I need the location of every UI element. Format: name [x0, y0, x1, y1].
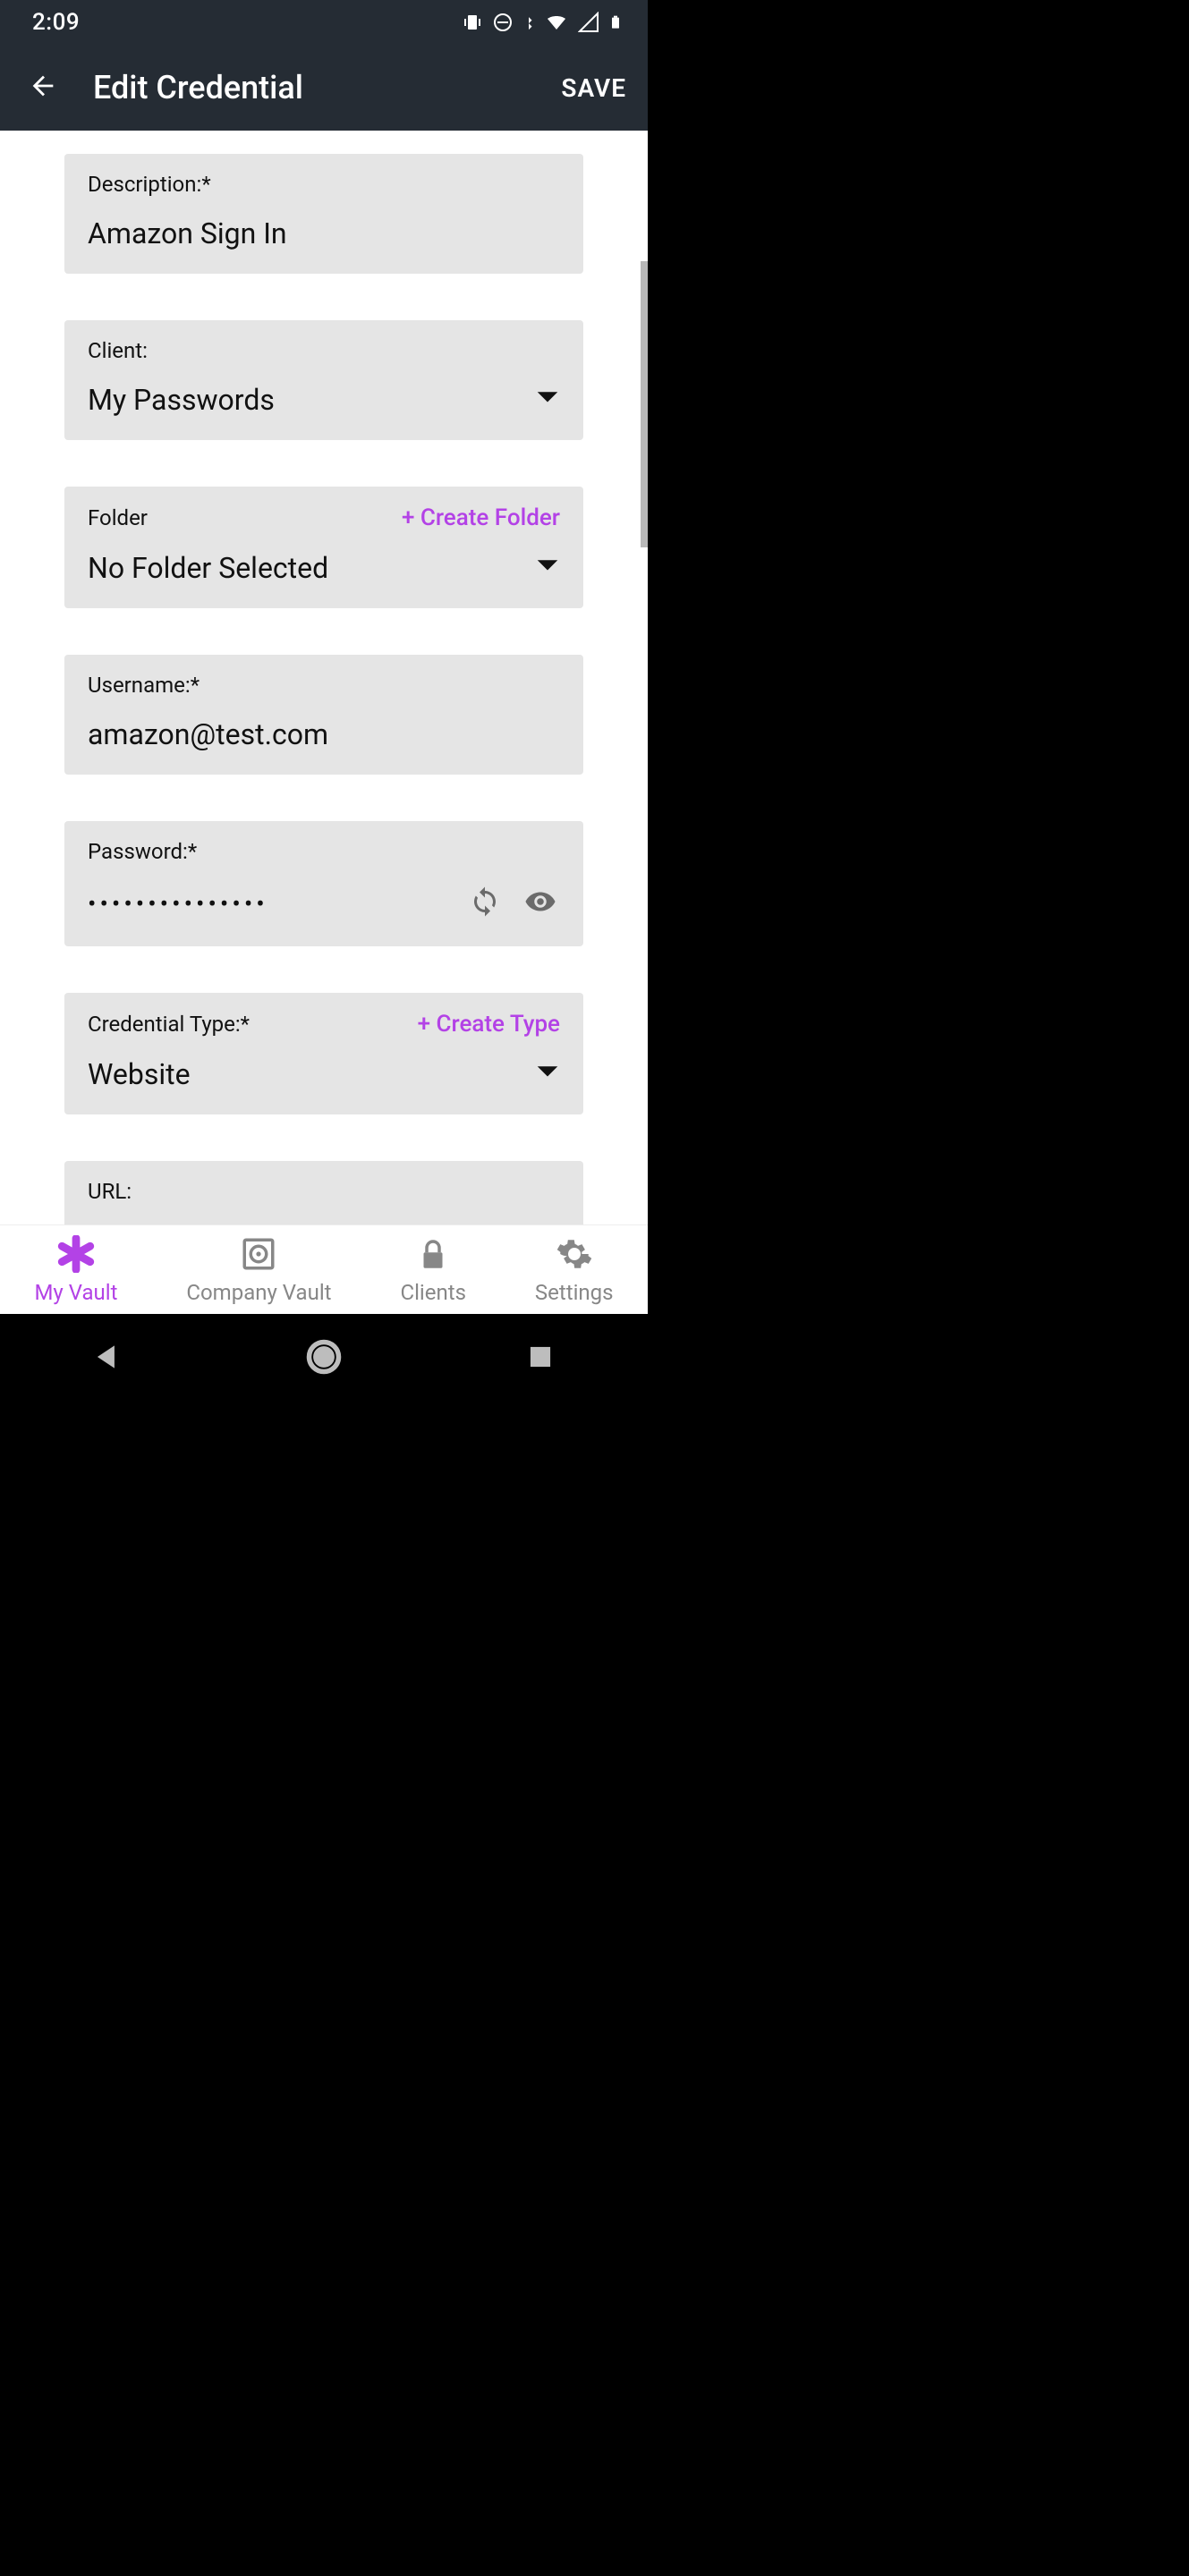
password-label: Password:*	[88, 839, 197, 864]
create-type-link[interactable]: + Create Type	[418, 1011, 560, 1038]
battery-icon	[608, 11, 623, 34]
folder-select-value[interactable]: No Folder Selected	[88, 551, 328, 585]
client-field[interactable]: Client: My Passwords	[64, 320, 583, 440]
triangle-left-icon	[90, 1360, 124, 1377]
system-nav	[0, 1314, 648, 1403]
status-bar: 2:09	[0, 0, 648, 45]
system-recent-button[interactable]	[523, 1340, 557, 1377]
wifi-icon	[544, 12, 569, 33]
chevron-down-icon[interactable]	[535, 558, 560, 578]
nav-my-vault[interactable]: My Vault	[34, 1235, 117, 1305]
credential-type-select-value[interactable]: Website	[88, 1057, 191, 1091]
nav-company-vault[interactable]: Company Vault	[186, 1235, 331, 1305]
username-input[interactable]: amazon@test.com	[88, 717, 328, 751]
nav-label: My Vault	[34, 1280, 117, 1305]
credential-type-label: Credential Type:*	[88, 1012, 250, 1037]
gear-icon	[556, 1235, 593, 1276]
nav-settings[interactable]: Settings	[535, 1235, 614, 1305]
nav-label: Clients	[400, 1280, 466, 1305]
signal-icon	[578, 12, 599, 33]
chevron-down-icon[interactable]	[535, 1064, 560, 1084]
chevron-down-icon[interactable]	[535, 390, 560, 410]
app-bar: Edit Credential SAVE	[0, 45, 648, 131]
square-icon	[523, 1360, 557, 1377]
client-select-value[interactable]: My Passwords	[88, 383, 275, 417]
safe-icon	[240, 1235, 277, 1276]
description-field[interactable]: Description:* Amazon Sign In	[64, 154, 583, 274]
dnd-icon	[492, 12, 514, 33]
nav-clients[interactable]: Clients	[400, 1235, 466, 1305]
password-input-masked[interactable]: •••••••••••••••	[88, 889, 449, 919]
system-home-button[interactable]	[304, 1337, 344, 1380]
eye-icon	[524, 886, 556, 921]
circle-icon	[304, 1363, 344, 1380]
system-back-button[interactable]	[90, 1340, 124, 1377]
save-button[interactable]: SAVE	[561, 73, 633, 103]
back-button[interactable]	[21, 66, 64, 109]
bt-icon	[522, 12, 535, 33]
create-folder-link[interactable]: + Create Folder	[402, 504, 560, 531]
description-input[interactable]: Amazon Sign In	[88, 216, 287, 250]
vibrate-icon	[462, 12, 483, 33]
status-time: 2:09	[32, 9, 80, 36]
folder-label: Folder	[88, 505, 148, 530]
refresh-icon	[469, 886, 501, 921]
username-field[interactable]: Username:* amazon@test.com	[64, 655, 583, 775]
lock-icon	[414, 1235, 452, 1276]
status-icons	[462, 11, 623, 34]
url-label: URL:	[88, 1179, 132, 1204]
username-label: Username:*	[88, 673, 200, 698]
scroll-indicator	[641, 261, 648, 547]
nav-label: Company Vault	[186, 1280, 331, 1305]
credential-type-field[interactable]: Credential Type:* + Create Type Website	[64, 993, 583, 1114]
page-title: Edit Credential	[93, 69, 561, 106]
generate-password-button[interactable]	[465, 884, 505, 923]
description-label: Description:*	[88, 172, 211, 197]
client-label: Client:	[88, 338, 148, 363]
url-input[interactable]: https://www.amazon.ca/ap/signin?op	[88, 1220, 560, 1224]
bottom-nav: My Vault Company Vault Clients Settings	[0, 1224, 648, 1314]
folder-field[interactable]: Folder + Create Folder No Folder Selecte…	[64, 487, 583, 608]
content-area: Description:* Amazon Sign In Client: My …	[0, 131, 648, 1314]
password-field[interactable]: Password:* •••••••••••••••	[64, 821, 583, 946]
toggle-visibility-button[interactable]	[521, 884, 560, 923]
url-field[interactable]: URL: https://www.amazon.ca/ap/signin?op	[64, 1161, 583, 1224]
nav-label: Settings	[535, 1280, 614, 1305]
arrow-left-icon	[28, 71, 58, 105]
asterisk-icon	[57, 1235, 95, 1276]
